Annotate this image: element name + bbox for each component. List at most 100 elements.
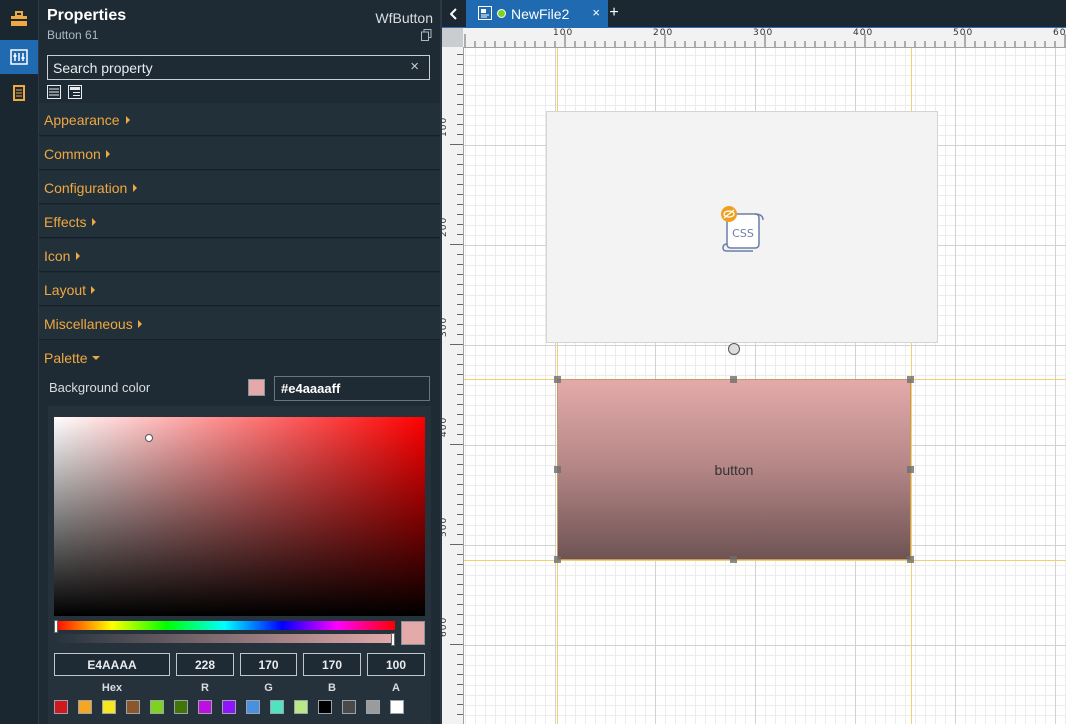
color-swatch[interactable]: [390, 700, 404, 714]
section-icon[interactable]: Icon: [39, 239, 440, 272]
rotate-handle[interactable]: [728, 343, 740, 355]
blue-label: B: [328, 682, 336, 694]
alpha-slider[interactable]: [54, 633, 395, 646]
resize-handle-top[interactable]: [730, 376, 737, 383]
color-swatch[interactable]: [294, 700, 308, 714]
resize-handle-top-left[interactable]: [554, 376, 561, 383]
css-widget[interactable]: CSS: [546, 111, 938, 343]
search-property-input[interactable]: [53, 59, 393, 76]
color-swatch[interactable]: [198, 700, 212, 714]
section-layout[interactable]: Layout: [39, 273, 440, 306]
resize-handle-right[interactable]: [907, 466, 914, 473]
ruler-tick-label: 200: [442, 216, 449, 237]
ruler-tick-label: 100: [553, 28, 574, 38]
properties-panel: Properties Button 61 WfButton × Appearan…: [39, 0, 442, 724]
hue-slider-handle[interactable]: [54, 620, 58, 633]
editor-tab-bar: NewFile2 × +: [442, 0, 1066, 28]
color-swatch[interactable]: [270, 700, 284, 714]
color-swatch[interactable]: [174, 700, 188, 714]
tab-scroll-left-button[interactable]: [442, 0, 466, 27]
close-tab-icon[interactable]: ×: [592, 5, 600, 20]
ruler-tick-label: 500: [953, 28, 974, 38]
hue-slider[interactable]: [54, 620, 395, 633]
tab-label: NewFile2: [511, 6, 570, 22]
section-label: Appearance: [44, 112, 120, 128]
status-dot-icon: [497, 9, 506, 18]
red-input[interactable]: [176, 653, 234, 676]
resize-handle-bottom-right[interactable]: [907, 556, 914, 563]
ruler-tick-label: 400: [442, 416, 449, 437]
hex-input[interactable]: [54, 653, 170, 676]
toolbox-icon: [11, 11, 27, 26]
blue-input[interactable]: [303, 653, 361, 676]
vertical-ruler: 100 200 300 400 500 600: [442, 47, 464, 724]
section-appearance[interactable]: Appearance: [39, 103, 440, 136]
resize-handle-bottom-left[interactable]: [554, 556, 561, 563]
resize-handle-bottom[interactable]: [730, 556, 737, 563]
section-label: Palette: [44, 350, 88, 366]
section-palette[interactable]: Palette: [39, 341, 440, 374]
ruler-corner: [442, 28, 463, 47]
color-swatch[interactable]: [366, 700, 380, 714]
color-swatch[interactable]: [102, 700, 116, 714]
properties-icon: [10, 49, 28, 65]
color-swatch[interactable]: [342, 700, 356, 714]
tool-rail: [0, 0, 39, 724]
red-label: R: [201, 682, 209, 694]
section-configuration[interactable]: Configuration: [39, 171, 440, 204]
color-swatch[interactable]: [318, 700, 332, 714]
section-miscellaneous[interactable]: Miscellaneous: [39, 307, 440, 340]
copy-button[interactable]: [421, 28, 432, 46]
saturation-value-handle[interactable]: [145, 434, 153, 442]
color-swatch[interactable]: [78, 700, 92, 714]
tab-newfile2[interactable]: NewFile2 ×: [466, 0, 608, 28]
caret-right-icon: [76, 252, 80, 260]
color-swatch[interactable]: [54, 700, 68, 714]
section-effects[interactable]: Effects: [39, 205, 440, 238]
caret-down-icon: [92, 356, 100, 360]
color-swatch[interactable]: [246, 700, 260, 714]
copy-icon: [421, 29, 432, 41]
resize-handle-left[interactable]: [554, 466, 561, 473]
pages-button[interactable]: [0, 76, 38, 110]
color-swatch[interactable]: [126, 700, 140, 714]
alpha-slider-handle[interactable]: [391, 633, 395, 646]
add-tab-button[interactable]: +: [604, 3, 624, 23]
alpha-input[interactable]: [367, 653, 425, 676]
caret-right-icon: [126, 116, 130, 124]
section-label: Miscellaneous: [44, 316, 133, 332]
design-canvas[interactable]: CSS button: [464, 48, 1066, 724]
ruler-tick-label: 600: [442, 616, 449, 637]
color-picker: Hex R G B A: [48, 406, 431, 724]
category-view-button[interactable]: [68, 85, 82, 99]
resize-handle-top-right[interactable]: [907, 376, 914, 383]
saturation-value-area[interactable]: [54, 417, 425, 616]
category-view-icon: [68, 85, 82, 99]
ruler-tick-label: 60: [1053, 28, 1066, 38]
alpha-label: A: [392, 682, 400, 694]
color-swatch[interactable]: [150, 700, 164, 714]
background-color-field[interactable]: [274, 376, 430, 401]
ruler-tick-label: 500: [442, 516, 449, 537]
page-icon: [478, 6, 492, 20]
section-common[interactable]: Common: [39, 137, 440, 170]
panel-title: Properties: [47, 7, 127, 24]
css-badge-text: CSS: [732, 227, 754, 240]
ruler-tick-label: 200: [653, 28, 674, 38]
css-script-icon: CSS: [721, 206, 764, 252]
caret-right-icon: [138, 320, 142, 328]
properties-button[interactable]: [0, 40, 38, 74]
clear-search-icon[interactable]: ×: [410, 58, 419, 76]
toolbox-button[interactable]: [0, 2, 38, 36]
green-input[interactable]: [240, 653, 297, 676]
notebook-icon: [13, 85, 25, 101]
color-swatch[interactable]: [222, 700, 236, 714]
chevron-left-icon: [450, 7, 457, 20]
background-color-swatch[interactable]: [248, 379, 265, 396]
list-view-button[interactable]: [47, 85, 61, 99]
button-widget[interactable]: button: [557, 379, 911, 560]
color-preview: [401, 621, 425, 645]
green-label: G: [264, 682, 273, 694]
horizontal-ruler: 100 200 300 400 500 60: [463, 28, 1066, 48]
ruler-tick-label: 100: [442, 116, 449, 137]
